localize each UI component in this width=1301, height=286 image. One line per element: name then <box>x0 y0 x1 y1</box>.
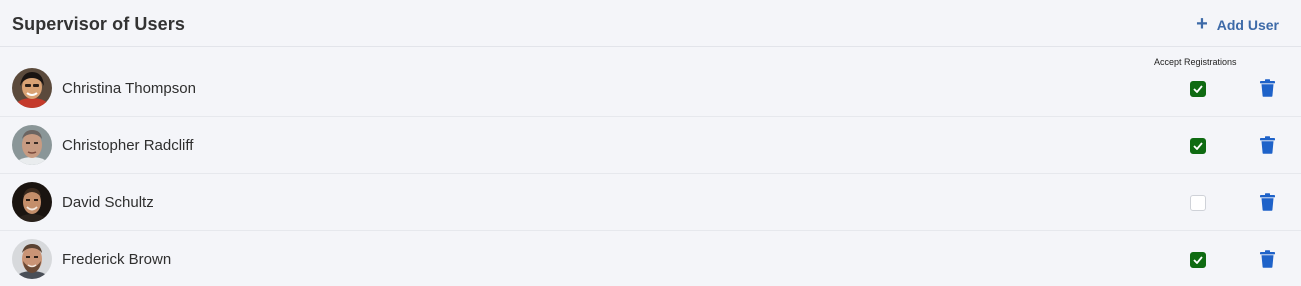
avatar <box>12 125 52 165</box>
add-user-button[interactable]: + Add User <box>1196 13 1279 35</box>
accept-registrations-checkbox[interactable] <box>1190 195 1206 211</box>
user-name: Frederick Brown <box>62 251 172 268</box>
avatar <box>12 239 52 279</box>
trash-icon[interactable] <box>1259 79 1276 97</box>
user-row: David Schultz <box>0 174 1301 231</box>
panel-header: Supervisor of Users + Add User <box>0 0 1301 47</box>
trash-icon[interactable] <box>1259 250 1276 268</box>
accept-registrations-checkbox[interactable] <box>1190 138 1206 154</box>
user-row: Christina Thompson <box>0 60 1301 117</box>
trash-icon[interactable] <box>1259 193 1276 211</box>
user-name: Christopher Radcliff <box>62 137 194 154</box>
accept-registrations-checkbox[interactable] <box>1190 81 1206 97</box>
avatar <box>12 68 52 108</box>
trash-icon[interactable] <box>1259 136 1276 154</box>
user-name: David Schultz <box>62 194 154 211</box>
checkmark-icon <box>1193 142 1203 150</box>
checkmark-icon <box>1193 256 1203 264</box>
user-name: Christina Thompson <box>62 80 196 97</box>
avatar <box>12 182 52 222</box>
panel-title: Supervisor of Users <box>12 14 185 34</box>
plus-icon: + <box>1196 13 1208 35</box>
checkmark-icon <box>1193 85 1203 93</box>
add-user-label: Add User <box>1216 17 1279 33</box>
user-row: Frederick Brown <box>0 231 1301 286</box>
user-row: Christopher Radcliff <box>0 117 1301 174</box>
supervisor-panel: Supervisor of Users + Add User Accept Re… <box>0 0 1301 286</box>
accept-registrations-checkbox[interactable] <box>1190 252 1206 268</box>
